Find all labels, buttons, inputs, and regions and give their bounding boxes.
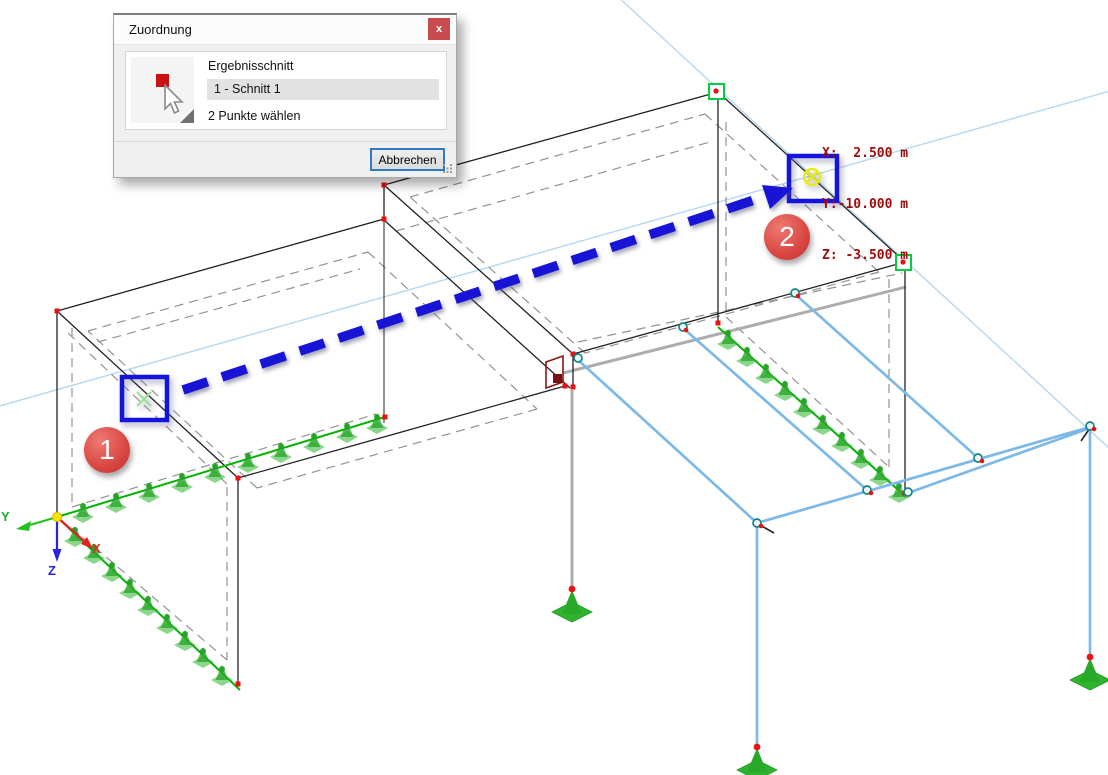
coordinate-x: X: 2.500 m <box>822 145 908 162</box>
z-axis-label: Z <box>48 563 56 578</box>
step-badge-1: 1 <box>84 427 130 473</box>
z-axis-arrow-icon <box>53 549 62 562</box>
pick-tool-icon-box <box>131 57 194 123</box>
dialog-title: Zuordnung <box>114 22 192 37</box>
section-type-label: Ergebnisschnitt <box>208 59 293 73</box>
assignment-panel: Ergebnisschnitt 1 - Schnitt 1 2 Punkte w… <box>125 51 447 130</box>
cancel-button[interactable]: Abbrechen <box>370 148 445 171</box>
dialog-titlebar[interactable]: Zuordnung x <box>114 15 456 45</box>
application-canvas: X: 2.500 m Y:-10.000 m Z: -3.500 m 1 2 Y… <box>0 0 1108 775</box>
coordinate-z: Z: -3.500 m <box>822 247 908 264</box>
instruction-hint: 2 Punkte wählen <box>208 109 300 123</box>
gray-edges <box>563 287 906 588</box>
nodes-teal <box>574 289 1096 528</box>
members <box>577 294 1090 748</box>
result-section-symbol <box>546 356 563 388</box>
coordinate-y: Y:-10.000 m <box>822 196 908 213</box>
step-badge-2: 2 <box>764 214 810 260</box>
section-select-field[interactable]: 1 - Schnitt 1 <box>207 79 439 100</box>
dialog-footer: Abbrechen <box>114 141 456 177</box>
x-axis-label: X <box>92 541 101 556</box>
close-icon: x <box>436 23 442 35</box>
origin-point <box>53 513 62 522</box>
nodal-supports <box>552 586 1108 775</box>
y-axis-arrow-icon <box>16 521 31 531</box>
zuordnung-dialog: Zuordnung x Ergebnisschnitt 1 - Schnitt … <box>113 13 457 178</box>
annotation-arrow <box>183 185 793 390</box>
snap-cross-icon <box>137 392 151 406</box>
close-button[interactable]: x <box>428 18 450 40</box>
expand-triangle-icon <box>180 109 194 123</box>
coordinate-readout: X: 2.500 m Y:-10.000 m Z: -3.500 m <box>822 111 908 298</box>
resize-grip-icon[interactable] <box>443 164 453 174</box>
y-axis-label: Y <box>1 509 10 524</box>
